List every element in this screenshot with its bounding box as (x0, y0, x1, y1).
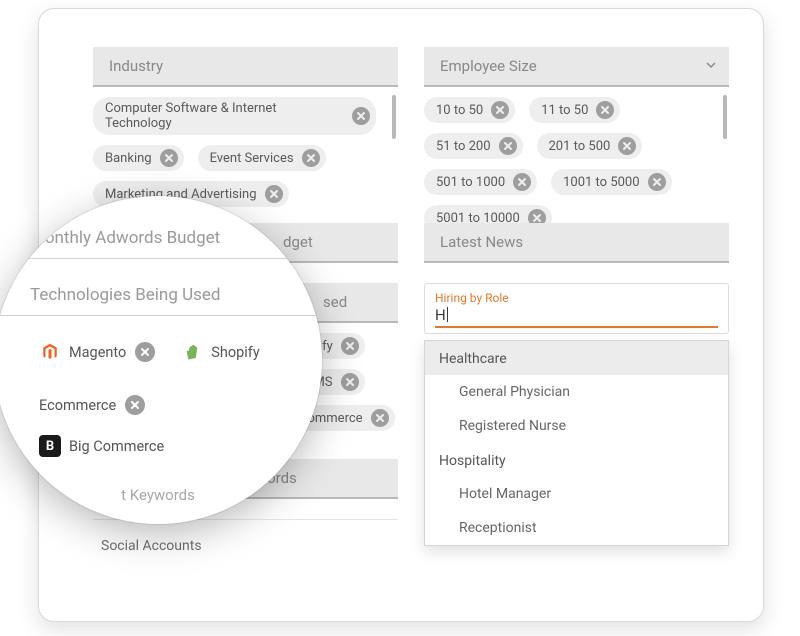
social-accounts-label: Social Accounts (101, 538, 202, 554)
industry-chips: Computer Software & Internet Technology … (93, 87, 398, 203)
remove-chip-icon[interactable] (160, 149, 178, 167)
lens-tech-chips-row2: Ecommerce B Big Commerce (30, 380, 300, 474)
industry-field: Industry Computer Software & Internet Te… (93, 47, 398, 203)
lens-content-keywords-partial: t Keywords (0, 486, 322, 504)
magnifier-lens: Monthly Adwords Budget Technologies Bein… (0, 196, 322, 524)
dropdown-option[interactable]: General Physician (425, 375, 728, 409)
remove-chip-icon[interactable] (499, 137, 517, 155)
right-column: Employee Size 10 to 50 11 to 50 51 to 20… (424, 47, 729, 566)
scrollbar[interactable] (723, 95, 727, 139)
employee-size-field: Employee Size 10 to 50 11 to 50 51 to 20… (424, 47, 729, 203)
remove-chip-icon[interactable] (596, 101, 614, 119)
lens-tech-chips: Magento Shopify (30, 326, 300, 380)
employee-size-chips: 10 to 50 11 to 50 51 to 200 201 to 500 5… (424, 87, 729, 203)
employee-size-chip[interactable]: 10 to 50 (424, 97, 515, 123)
latest-news-label: Latest News (440, 233, 523, 251)
hiring-by-role-field: Hiring by Role H Healthcare General Phys… (424, 283, 729, 546)
shopify-icon (181, 341, 203, 363)
employee-size-header[interactable]: Employee Size (424, 47, 729, 87)
hiring-by-role-label: Hiring by Role (435, 291, 718, 305)
remove-chip-icon[interactable] (341, 373, 359, 391)
employee-size-chip[interactable]: 501 to 1000 (424, 169, 537, 195)
technology-chip-shopify[interactable]: Shopify (172, 336, 266, 368)
remove-chip-icon[interactable] (341, 337, 359, 355)
employee-size-chip[interactable]: 51 to 200 (424, 133, 523, 159)
dropdown-option[interactable]: Receptionist (425, 511, 728, 545)
technology-chip-magento[interactable]: Magento (30, 336, 162, 368)
scrollbar[interactable] (392, 95, 396, 139)
hiring-dropdown: Healthcare General Physician Registered … (424, 340, 729, 546)
latest-news-header[interactable]: Latest News (424, 223, 729, 263)
chevron-down-icon (705, 57, 717, 75)
dropdown-group-hospitality[interactable]: Hospitality (425, 443, 728, 477)
remove-chip-icon[interactable] (302, 149, 320, 167)
magento-icon (39, 341, 61, 363)
hiring-by-role-input-wrap[interactable]: Hiring by Role H (424, 283, 729, 334)
social-accounts-row[interactable]: Social Accounts (93, 519, 398, 554)
industry-chip[interactable]: Banking (93, 145, 184, 171)
technology-chip-ecommerce[interactable]: Ecommerce (30, 390, 152, 420)
employee-size-chip[interactable]: 11 to 50 (529, 97, 620, 123)
remove-chip-icon[interactable] (648, 173, 666, 191)
dropdown-option[interactable]: Registered Nurse (425, 409, 728, 443)
hiring-by-role-input[interactable]: H (435, 306, 718, 328)
employee-size-chip[interactable]: 1001 to 5000 (551, 169, 671, 195)
remove-chip-icon[interactable] (618, 137, 636, 155)
technologies-label-partial: sed (323, 293, 347, 311)
industry-header[interactable]: Industry (93, 47, 398, 87)
remove-chip-icon[interactable] (352, 107, 370, 125)
technology-chip-bigcommerce[interactable]: B Big Commerce (30, 430, 171, 462)
remove-chip-icon[interactable] (491, 101, 509, 119)
remove-chip-icon[interactable] (371, 409, 389, 427)
industry-chip[interactable]: Event Services (198, 145, 326, 171)
remove-chip-icon[interactable] (135, 342, 155, 362)
latest-news-field: Latest News (424, 223, 729, 263)
employee-size-chip[interactable]: 201 to 500 (537, 133, 643, 159)
bigcommerce-icon: B (39, 435, 61, 457)
dropdown-option[interactable]: Hotel Manager (425, 477, 728, 511)
dropdown-group-healthcare[interactable]: Healthcare (425, 341, 728, 375)
lens-adwords-label: Monthly Adwords Budget (30, 224, 300, 258)
industry-chip[interactable]: Computer Software & Internet Technology (93, 97, 376, 135)
remove-chip-icon[interactable] (513, 173, 531, 191)
industry-label: Industry (109, 57, 163, 75)
remove-chip-icon[interactable] (125, 395, 145, 415)
employee-size-label: Employee Size (440, 57, 537, 75)
text-caret (447, 307, 448, 322)
lens-tech-label: Technologies Being Used (30, 279, 300, 315)
